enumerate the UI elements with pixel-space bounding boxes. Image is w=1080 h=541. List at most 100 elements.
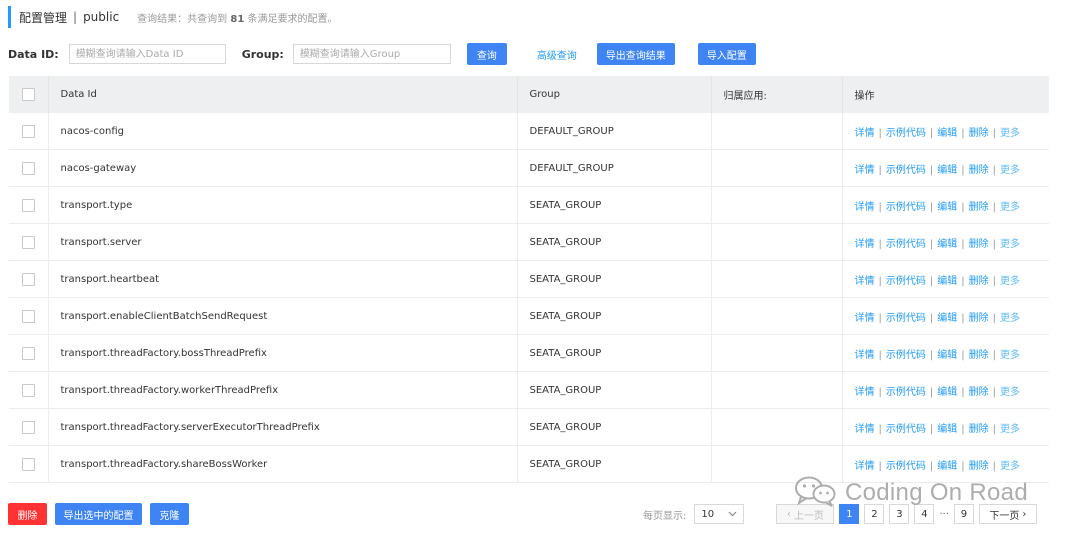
delete-link[interactable]: 删除 (969, 202, 989, 213)
action-separator: | (929, 238, 934, 250)
edit-link[interactable]: 编辑 (937, 461, 957, 472)
cell-actions: 详情 | 示例代码 | 编辑 | 删除 | 更多 (842, 334, 1049, 372)
edit-link[interactable]: 编辑 (937, 202, 957, 213)
delete-link[interactable]: 删除 (969, 128, 989, 139)
delete-link[interactable]: 删除 (969, 387, 989, 398)
delete-link[interactable]: 删除 (969, 424, 989, 435)
per-page-select[interactable]: 10 (694, 504, 745, 524)
sample-code-link[interactable]: 示例代码 (886, 350, 926, 361)
action-separator: | (961, 312, 965, 324)
data-id-input[interactable] (68, 44, 226, 64)
edit-link[interactable]: 编辑 (937, 387, 957, 398)
action-separator: | (878, 275, 882, 287)
row-select-cell (9, 260, 49, 298)
detail-link[interactable]: 详情 (855, 165, 875, 176)
cell-app (711, 223, 843, 261)
action-separator: | (992, 275, 996, 287)
row-checkbox[interactable] (21, 383, 35, 397)
column-header-actions: 操作 (842, 76, 1049, 113)
detail-link[interactable]: 详情 (855, 128, 875, 139)
group-label: Group: (241, 47, 284, 61)
more-link[interactable]: 更多 (1000, 165, 1020, 176)
more-link[interactable]: 更多 (1000, 424, 1020, 435)
more-link[interactable]: 更多 (1000, 461, 1020, 472)
more-link[interactable]: 更多 (1000, 202, 1020, 213)
detail-link[interactable]: 详情 (855, 239, 875, 250)
advanced-search-link[interactable]: 高级查询 (531, 46, 583, 63)
delete-button[interactable]: 删除 (8, 503, 47, 525)
detail-link[interactable]: 详情 (855, 424, 875, 435)
filter-bar: Data ID: Group: 查询 高级查询 导出查询结果 导入配置 (8, 42, 756, 66)
sample-code-link[interactable]: 示例代码 (886, 165, 926, 176)
edit-link[interactable]: 编辑 (937, 239, 957, 250)
column-header-app[interactable]: 归属应用: (711, 76, 843, 113)
sample-code-link[interactable]: 示例代码 (886, 387, 926, 398)
sample-code-link[interactable]: 示例代码 (886, 128, 926, 139)
row-checkbox[interactable] (21, 346, 35, 360)
export-selected-button[interactable]: 导出选中的配置 (55, 503, 142, 525)
edit-link[interactable]: 编辑 (937, 350, 957, 361)
edit-link[interactable]: 编辑 (937, 424, 957, 435)
row-checkbox[interactable] (21, 161, 35, 175)
row-checkbox[interactable] (21, 309, 35, 323)
more-link[interactable]: 更多 (1000, 239, 1020, 250)
query-result-summary: 查询结果：共查询到 81 条满足要求的配置。 (137, 10, 337, 25)
column-header-group[interactable]: Group (517, 76, 712, 113)
delete-link[interactable]: 删除 (969, 350, 989, 361)
more-link[interactable]: 更多 (1000, 313, 1020, 324)
delete-link[interactable]: 删除 (969, 165, 989, 176)
row-checkbox[interactable] (21, 272, 35, 286)
edit-link[interactable]: 编辑 (937, 128, 957, 139)
export-results-button[interactable]: 导出查询结果 (596, 43, 675, 65)
cell-data-id: nacos-gateway (48, 149, 518, 187)
clone-button[interactable]: 克隆 (150, 503, 189, 525)
column-header-data-id[interactable]: Data Id (48, 76, 518, 113)
cell-data-id: nacos-config (48, 113, 518, 150)
data-id-label: Data ID: (8, 47, 59, 61)
edit-link[interactable]: 编辑 (937, 165, 957, 176)
sample-code-link[interactable]: 示例代码 (886, 239, 926, 250)
row-checkbox[interactable] (21, 420, 35, 434)
edit-link[interactable]: 编辑 (937, 313, 957, 324)
row-checkbox[interactable] (21, 235, 35, 249)
cell-app (711, 260, 843, 298)
import-config-button[interactable]: 导入配置 (697, 43, 756, 65)
more-link[interactable]: 更多 (1000, 276, 1020, 287)
detail-link[interactable]: 详情 (855, 276, 875, 287)
edit-link[interactable]: 编辑 (937, 276, 957, 287)
row-checkbox[interactable] (21, 457, 35, 471)
cell-data-id: transport.threadFactory.serverExecutorTh… (48, 408, 518, 446)
cell-data-id: transport.server (48, 223, 518, 261)
delete-link[interactable]: 删除 (969, 239, 989, 250)
cell-group: SEATA_GROUP (517, 445, 712, 483)
sample-code-link[interactable]: 示例代码 (886, 424, 926, 435)
watermark-text: Coding On Road (845, 479, 1028, 506)
more-link[interactable]: 更多 (1000, 350, 1020, 361)
row-select-cell (9, 297, 49, 335)
detail-link[interactable]: 详情 (855, 350, 875, 361)
detail-link[interactable]: 详情 (855, 313, 875, 324)
detail-link[interactable]: 详情 (855, 461, 875, 472)
sample-code-link[interactable]: 示例代码 (886, 313, 926, 324)
select-all-checkbox[interactable] (21, 88, 35, 101)
cell-group: SEATA_GROUP (517, 371, 712, 409)
delete-link[interactable]: 删除 (969, 461, 989, 472)
delete-link[interactable]: 删除 (969, 313, 989, 324)
group-input[interactable] (292, 44, 451, 64)
action-separator: | (878, 201, 882, 213)
action-separator: | (992, 423, 996, 435)
more-link[interactable]: 更多 (1000, 128, 1020, 139)
more-link[interactable]: 更多 (1000, 387, 1020, 398)
delete-link[interactable]: 删除 (969, 276, 989, 287)
detail-link[interactable]: 详情 (855, 387, 875, 398)
action-separator: | (929, 312, 934, 324)
search-button[interactable]: 查询 (466, 43, 507, 65)
table-row: transport.enableClientBatchSendRequest SE… (9, 297, 1049, 335)
row-checkbox[interactable] (21, 124, 35, 138)
action-separator: | (929, 127, 934, 139)
row-checkbox[interactable] (21, 198, 35, 212)
detail-link[interactable]: 详情 (855, 202, 875, 213)
sample-code-link[interactable]: 示例代码 (886, 461, 926, 472)
sample-code-link[interactable]: 示例代码 (886, 202, 926, 213)
sample-code-link[interactable]: 示例代码 (886, 276, 926, 287)
